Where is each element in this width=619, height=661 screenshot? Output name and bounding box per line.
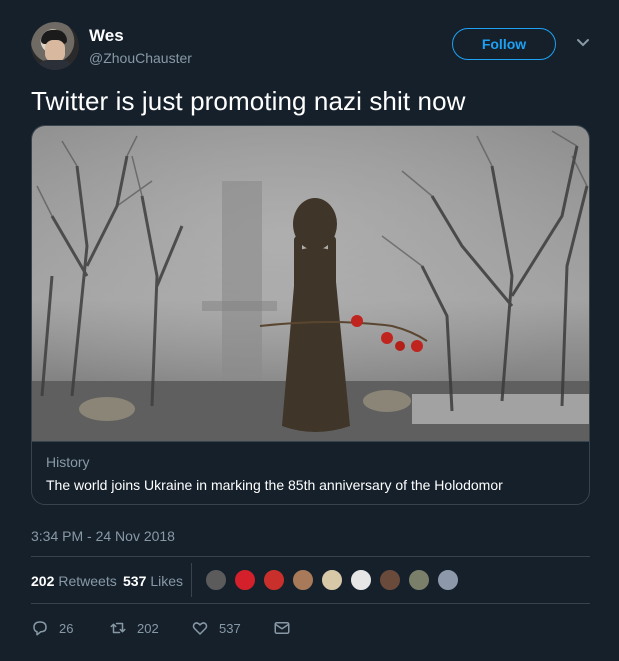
liker-avatar[interactable] [436, 568, 460, 592]
follow-button[interactable]: Follow [452, 28, 556, 60]
chevron-down-icon[interactable] [576, 38, 590, 48]
author-handle[interactable]: @ZhouChauster [89, 50, 192, 66]
retweet-icon [110, 622, 126, 634]
liker-avatar[interactable] [378, 568, 402, 592]
heart-icon [192, 622, 208, 635]
reply-icon [33, 621, 47, 636]
retweets-stat[interactable]: 202 Retweets [31, 573, 117, 589]
direct-message-button[interactable] [273, 612, 291, 644]
tweet-text: Twitter is just promoting nazi shit now [31, 86, 466, 116]
link-card[interactable]: History The world joins Ukraine in marki… [31, 125, 590, 505]
liker-avatar[interactable] [233, 568, 257, 592]
author-display-name[interactable]: Wes [89, 26, 124, 46]
card-image [32, 126, 589, 441]
retweets-label: Retweets [58, 573, 117, 589]
avatar-face [45, 40, 65, 62]
like-button[interactable]: 537 [191, 612, 241, 644]
likes-count: 537 [123, 573, 147, 589]
card-title: The world joins Ukraine in marking the 8… [46, 477, 503, 493]
card-source: History [46, 454, 90, 470]
stats-separator [191, 563, 192, 597]
direct-message-icon [274, 622, 290, 634]
liker-avatar[interactable] [291, 568, 315, 592]
liker-avatar[interactable] [204, 568, 228, 592]
tweet-actions: 26 202 537 [31, 612, 590, 644]
reply-button[interactable]: 26 [31, 612, 73, 644]
avatar-shirt [37, 60, 73, 70]
retweet-count: 202 [137, 620, 159, 636]
liker-avatar[interactable] [349, 568, 373, 592]
tweet-timestamp[interactable]: 3:34 PM - 24 Nov 2018 [31, 528, 175, 544]
reply-count: 26 [59, 620, 74, 636]
like-count: 537 [219, 620, 241, 636]
retweet-button[interactable]: 202 [109, 612, 159, 644]
author-avatar[interactable] [31, 22, 79, 70]
tweet-stats: 202 Retweets 537 Likes [31, 557, 590, 603]
liker-avatar[interactable] [320, 568, 344, 592]
stats-divider-bottom [31, 603, 590, 604]
liker-avatar[interactable] [407, 568, 431, 592]
likes-stat[interactable]: 537 Likes [123, 573, 183, 589]
likes-label: Likes [150, 573, 184, 589]
liker-avatar[interactable] [262, 568, 286, 592]
retweets-count: 202 [31, 573, 55, 589]
card-body: History The world joins Ukraine in marki… [32, 441, 589, 504]
